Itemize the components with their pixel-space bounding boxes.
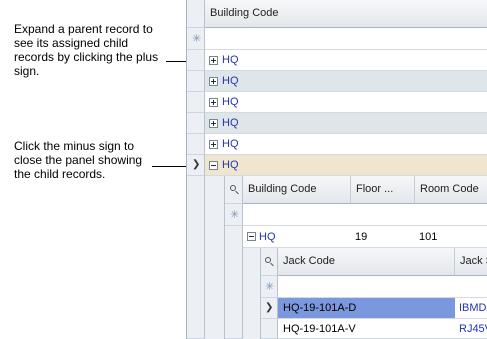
detail-new-row[interactable] <box>243 204 487 226</box>
jack-second-cell[interactable]: IBMDA <box>455 298 487 319</box>
room-detail-grid: Building Code Floor ... Room Code ✳ HQ 1… <box>225 176 487 339</box>
column-header-floor[interactable]: Floor ... <box>351 176 415 204</box>
detail-header-corner[interactable] <box>225 176 243 204</box>
table-row[interactable]: HQ <box>205 71 487 92</box>
table-row[interactable]: HQ <box>205 92 487 113</box>
detail-indent <box>205 176 225 339</box>
search-icon <box>230 185 236 191</box>
jack-header-corner[interactable] <box>261 248 278 276</box>
row-selector-spacer <box>187 176 205 339</box>
building-code-cell: HQ <box>222 117 239 129</box>
collapse-callout-text: Click the minus sign to close the panel … <box>14 139 143 181</box>
jack-row-selected[interactable]: HQ-19-101A-D <box>278 298 455 319</box>
building-code-cell: HQ <box>222 138 239 150</box>
asterisk-icon: ✳ <box>230 209 240 221</box>
expand-callout-text: Expand a parent record to see its assign… <box>14 22 159 78</box>
column-header-jack-code[interactable]: Jack Code <box>278 248 455 276</box>
jack-detail-grid: Jack Code Jack S ✳ ❯ HQ-19-101A-D IBMDA … <box>261 248 487 339</box>
jack-code-cell: HQ-19-101A-D <box>283 302 357 314</box>
table-row[interactable]: HQ <box>205 50 487 71</box>
column-header-room-code[interactable]: Room Code <box>415 176 487 204</box>
new-row-selector: ✳ <box>187 28 205 50</box>
table-row[interactable]: HQ <box>205 113 487 134</box>
expand-plus-icon[interactable] <box>209 119 218 128</box>
expand-plus-icon[interactable] <box>209 77 218 86</box>
jack-row[interactable]: HQ-19-101A-V RJ45V <box>278 319 487 339</box>
jack-second-value: IBMDA <box>459 302 487 314</box>
search-icon <box>265 257 271 263</box>
room-row[interactable]: HQ 19 101 <box>243 226 487 248</box>
building-code-cell: HQ <box>222 75 239 87</box>
row-selector[interactable]: ❯ <box>261 298 278 319</box>
jack-second-value: RJ45V <box>459 323 487 335</box>
building-code-cell: HQ <box>259 231 276 243</box>
header-corner <box>187 0 205 28</box>
jack-code-cell: HQ-19-101A-V <box>283 323 356 335</box>
building-code-cell: HQ <box>222 96 239 108</box>
detail-new-row-selector: ✳ <box>225 204 243 226</box>
column-header-jack-second[interactable]: Jack S <box>455 248 487 276</box>
row-selector <box>187 134 205 155</box>
new-row[interactable] <box>205 28 487 50</box>
row-selector <box>187 113 205 134</box>
expand-plus-icon[interactable] <box>209 56 218 65</box>
row-selector[interactable] <box>261 319 278 339</box>
jack-new-row[interactable] <box>278 276 487 298</box>
collapse-minus-icon[interactable] <box>247 232 256 241</box>
row-selector <box>187 92 205 113</box>
jack-indent <box>243 248 261 339</box>
column-header-building-code[interactable]: Building Code <box>243 176 351 204</box>
floor-cell: 19 <box>355 231 368 243</box>
building-grid: Building Code ✳ HQ HQ HQ HQ HQ ❯ HQ Buil… <box>186 0 487 339</box>
building-code-cell: HQ <box>222 54 239 66</box>
collapse-minus-icon[interactable] <box>209 161 218 170</box>
building-code-cell: HQ <box>222 159 239 171</box>
column-header-building-code[interactable]: Building Code <box>205 0 487 28</box>
expand-plus-icon[interactable] <box>209 98 218 107</box>
asterisk-icon: ✳ <box>192 33 202 45</box>
current-row-arrow-icon: ❯ <box>265 302 274 313</box>
asterisk-icon: ✳ <box>265 281 275 293</box>
table-row[interactable]: HQ <box>205 134 487 155</box>
expand-plus-icon[interactable] <box>209 140 218 149</box>
room-code-cell: 101 <box>419 231 438 243</box>
row-selector[interactable]: ❯ <box>187 155 205 176</box>
row-selector <box>187 50 205 71</box>
room-row-selector <box>225 226 243 339</box>
row-selector <box>187 71 205 92</box>
jack-new-row-selector: ✳ <box>261 276 278 298</box>
current-row-arrow-icon: ❯ <box>192 159 201 170</box>
table-row-expanded[interactable]: HQ <box>205 155 487 176</box>
